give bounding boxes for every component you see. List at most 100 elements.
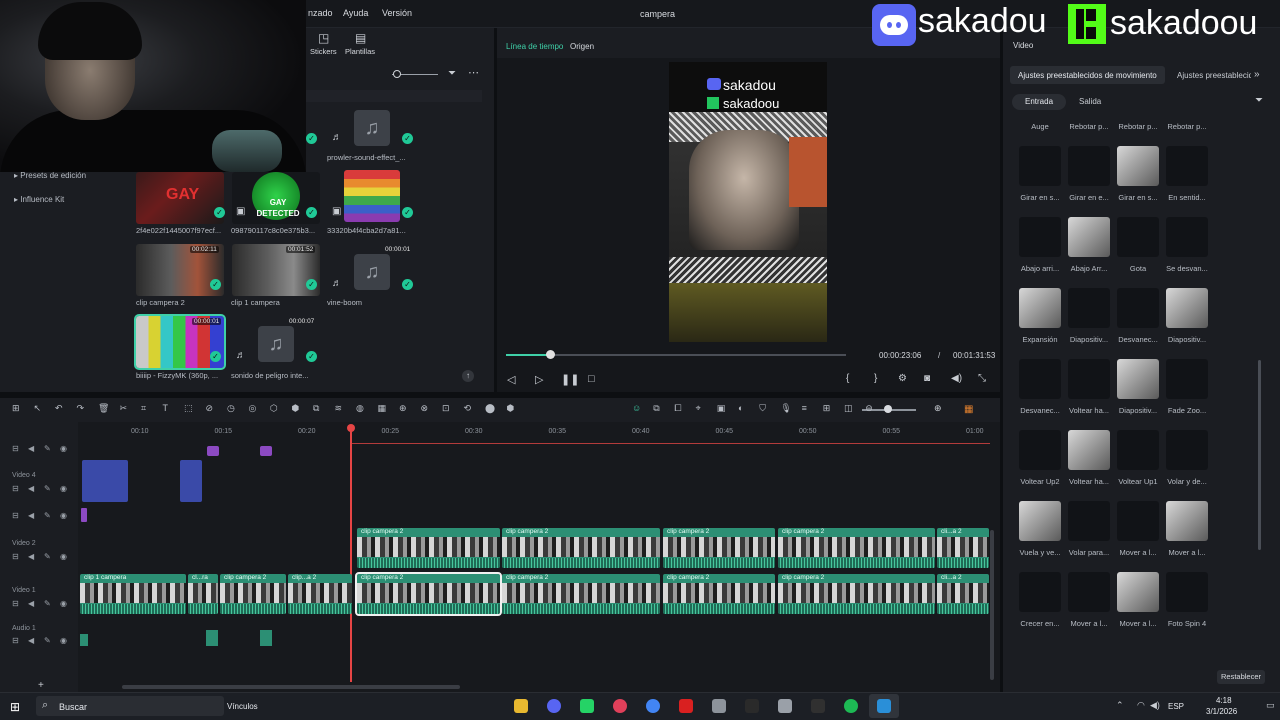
- video-clip[interactable]: clip...a 2: [288, 574, 352, 614]
- tab-origin[interactable]: Origen: [570, 42, 594, 51]
- detach-icon[interactable]: ⧠: [674, 403, 681, 414]
- text-icon[interactable]: T: [163, 403, 169, 413]
- ai-icon[interactable]: ☺: [632, 403, 641, 413]
- clip-sticker[interactable]: [207, 446, 219, 456]
- menu-item[interactable]: nzado: [308, 8, 333, 18]
- links-label[interactable]: Vínculos: [227, 702, 258, 711]
- chevron-up-icon[interactable]: ⌃: [1116, 700, 1124, 711]
- frame-icon[interactable]: ⬚: [184, 403, 193, 414]
- wifi-icon[interactable]: ◠: [1137, 700, 1145, 711]
- lock-icon[interactable]: ⊟: [12, 444, 19, 453]
- mute-icon[interactable]: ✎: [44, 636, 51, 645]
- media-thumbnail[interactable]: GAY: [136, 172, 224, 224]
- pause-icon[interactable]: ❚❚: [561, 373, 579, 386]
- subtab-in[interactable]: Entrada: [1025, 97, 1053, 106]
- eye-icon[interactable]: ◉: [60, 599, 67, 608]
- clip-overlay[interactable]: [82, 460, 128, 502]
- volume-icon[interactable]: ◀): [951, 373, 962, 384]
- lock-icon[interactable]: ⊟: [12, 552, 19, 561]
- effect-thumbnail[interactable]: [1166, 501, 1208, 541]
- discord-icon[interactable]: [547, 699, 561, 713]
- media-thumbnail[interactable]: [344, 170, 400, 222]
- lock-icon[interactable]: ⊟: [12, 484, 19, 493]
- undo-icon[interactable]: ↶: [55, 403, 63, 414]
- scrollbar[interactable]: [1258, 360, 1261, 550]
- clock-time[interactable]: 4:18: [1216, 696, 1232, 705]
- effect-thumbnail[interactable]: [1117, 146, 1159, 186]
- effect-thumbnail[interactable]: [1117, 217, 1159, 257]
- eye-icon[interactable]: ◉: [60, 552, 67, 561]
- language[interactable]: ESP: [1168, 702, 1184, 711]
- chevron-right-icon[interactable]: »: [1254, 69, 1260, 80]
- epic-games-icon[interactable]: [745, 699, 759, 713]
- effect-thumbnail[interactable]: [1068, 430, 1110, 470]
- grid-view-icon[interactable]: ▦: [964, 404, 973, 415]
- clip-sticker[interactable]: [260, 446, 272, 456]
- effect-thumbnail[interactable]: [1019, 501, 1061, 541]
- mark-icon[interactable]: ⬢: [507, 403, 515, 414]
- spotify-icon[interactable]: [844, 699, 858, 713]
- mic-icon[interactable]: 🎙: [780, 403, 791, 414]
- redo-icon[interactable]: ↷: [77, 403, 85, 414]
- left-panel-item[interactable]: ▸ Presets de edición: [14, 171, 86, 180]
- chrome-icon[interactable]: [646, 699, 660, 713]
- tab-timeline[interactable]: Línea de tiempo: [506, 42, 563, 51]
- reset-button[interactable]: Restablecer: [1217, 670, 1265, 684]
- tab-motion-presets[interactable]: Ajustes preestablecidos de movimiento: [1018, 71, 1157, 80]
- tab-presets-2[interactable]: Ajustes preestablecid: [1177, 71, 1251, 80]
- windows-start-icon[interactable]: ⊞: [10, 700, 20, 714]
- timer-icon[interactable]: ◷: [227, 403, 235, 414]
- media-player-icon[interactable]: [613, 699, 627, 713]
- loop-icon[interactable]: ⟲: [464, 403, 472, 414]
- settings-icon[interactable]: ⚙: [898, 373, 907, 384]
- lock-icon[interactable]: ⊟: [12, 511, 19, 520]
- timeline-scrollbar[interactable]: [122, 685, 460, 689]
- video-clip[interactable]: cli...a 2: [937, 574, 989, 614]
- notification-icon[interactable]: ▭: [1266, 700, 1275, 711]
- split-icon[interactable]: ⧉: [653, 403, 659, 414]
- add-track-icon[interactable]: +: [38, 680, 44, 691]
- whatsapp-icon[interactable]: [580, 699, 594, 713]
- capcut-icon[interactable]: [877, 699, 891, 713]
- effect-icon[interactable]: ◍: [356, 403, 364, 414]
- mute-icon[interactable]: ✎: [44, 511, 51, 520]
- video-clip[interactable]: clip 1 campera: [80, 574, 186, 614]
- effect-thumbnail[interactable]: [1019, 430, 1061, 470]
- templates-icon[interactable]: ▤: [355, 31, 366, 45]
- zoom-handle[interactable]: [884, 405, 892, 413]
- obs-icon[interactable]: [811, 699, 825, 713]
- effect-thumbnail[interactable]: [1068, 288, 1110, 328]
- effect-thumbnail[interactable]: [1117, 430, 1159, 470]
- more-icon[interactable]: ⋯: [468, 66, 479, 79]
- effect-thumbnail[interactable]: [1019, 146, 1061, 186]
- audio-clip[interactable]: [260, 630, 272, 646]
- file-explorer-icon[interactable]: [514, 699, 528, 713]
- filter-icon[interactable]: ⏷: [1255, 95, 1263, 106]
- app-icon[interactable]: [679, 699, 693, 713]
- effect-thumbnail[interactable]: [1166, 430, 1208, 470]
- speed-icon[interactable]: ⊘: [206, 403, 214, 414]
- effect-thumbnail[interactable]: [1166, 288, 1208, 328]
- crop-icon[interactable]: ⌗: [141, 403, 146, 414]
- mixer-icon[interactable]: ≡: [802, 403, 807, 413]
- video-clip[interactable]: clip campera 2: [357, 528, 500, 568]
- minus-zoom-icon[interactable]: ⊖: [865, 403, 873, 414]
- lock-icon[interactable]: ⊟: [12, 636, 19, 645]
- record-icon[interactable]: ⬤: [485, 403, 495, 414]
- mask-icon[interactable]: ◎: [249, 403, 257, 414]
- eye-icon[interactable]: ◉: [60, 636, 67, 645]
- video-clip[interactable]: clip campera 2: [663, 528, 775, 568]
- audio-icon[interactable]: ≋: [335, 403, 343, 414]
- stickers-icon[interactable]: ◳: [318, 31, 329, 45]
- effect-thumbnail[interactable]: [1117, 359, 1159, 399]
- video-clip[interactable]: clip campera 2: [220, 574, 286, 614]
- clip-icon[interactable]: ▣: [717, 403, 726, 414]
- keyframe-icon[interactable]: ⬡: [270, 403, 278, 414]
- zoom-slider-handle[interactable]: [393, 70, 401, 78]
- effect-thumbnail[interactable]: [1019, 288, 1061, 328]
- effect-thumbnail[interactable]: [1019, 217, 1061, 257]
- mark-in-icon[interactable]: {: [846, 373, 849, 384]
- eye-icon[interactable]: ◉: [60, 511, 67, 520]
- effect-thumbnail[interactable]: [1068, 359, 1110, 399]
- effect-thumbnail[interactable]: [1019, 359, 1061, 399]
